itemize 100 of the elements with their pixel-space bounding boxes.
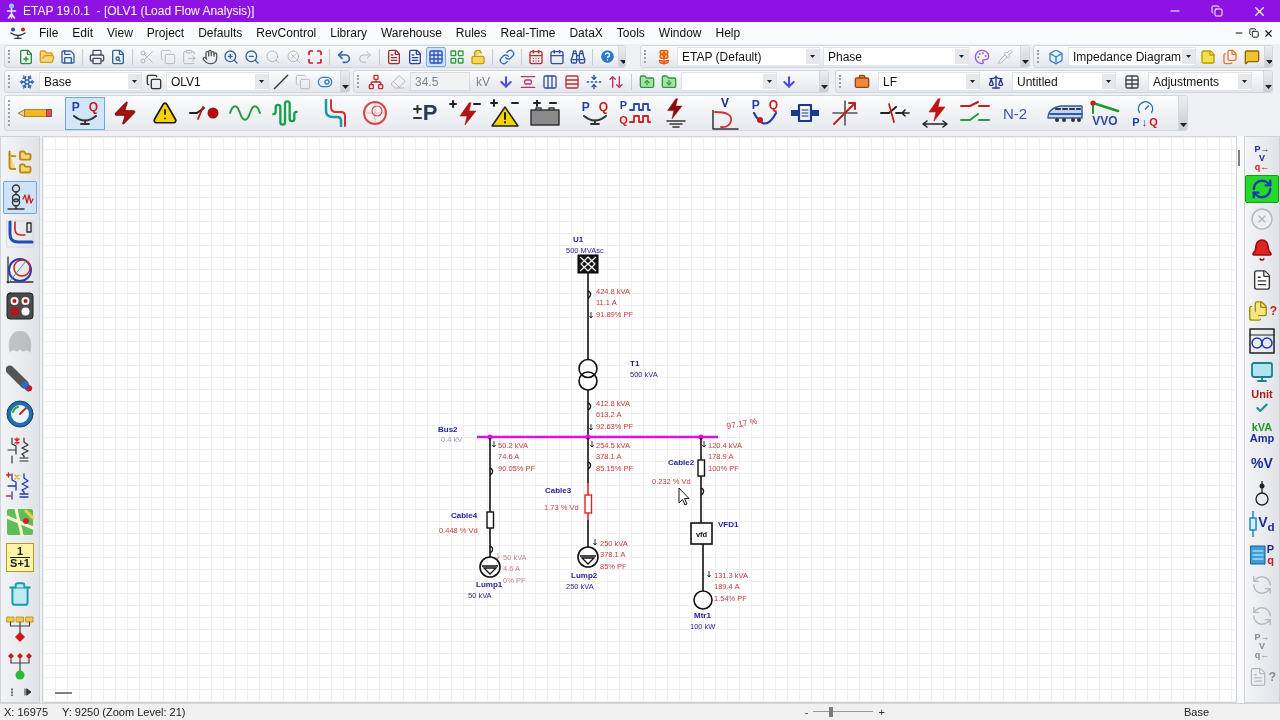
side-toolbar-button[interactable]: kVA Amp <box>1245 418 1279 447</box>
dropdown[interactable]: Untitled <box>1012 72 1116 91</box>
switch-arrow-icon <box>880 102 910 124</box>
menu-item[interactable]: Real-Time <box>493 23 563 43</box>
toolbar-grip[interactable] <box>1037 50 1040 63</box>
waveform-icon <box>271 99 299 127</box>
mode-toolbar-button[interactable]: P ↓ Q <box>1125 96 1165 130</box>
switch-symbol <box>700 487 705 496</box>
cursor-x-coordinate: X: 16975 <box>3 706 50 718</box>
plus-minus-icon <box>412 105 422 121</box>
flow-arrow-icon <box>592 538 598 546</box>
utility-name: U1 <box>573 235 584 244</box>
menu-item[interactable]: Defaults <box>191 23 250 43</box>
zoom-out-button[interactable]: - <box>801 705 812 719</box>
toolbar-grip[interactable] <box>8 50 11 63</box>
toolbar-options-button[interactable] <box>1264 46 1272 67</box>
app-icon <box>6 3 17 19</box>
train-icon <box>1047 103 1083 123</box>
side-toolbar-button[interactable]: P→ V q← <box>1245 144 1279 172</box>
load-name: Lump1 <box>476 580 503 589</box>
toolbar-options-button[interactable] <box>618 46 625 67</box>
caret-icon <box>1102 74 1115 89</box>
dropdown[interactable]: LF <box>878 72 980 91</box>
menu-item[interactable]: Window <box>651 23 709 43</box>
block-diagram-icon <box>789 103 821 123</box>
mode-toolbar-button[interactable]: VVO <box>1085 96 1125 130</box>
flow-arrow-icon <box>491 440 497 448</box>
dropdown[interactable]: ETAP (Default) <box>677 47 820 66</box>
mode-toolbar-button[interactable]: P <box>405 96 445 130</box>
restore-icon <box>1248 28 1259 38</box>
transformer-symbol <box>578 358 598 391</box>
lightning-arrows-icon <box>921 98 949 128</box>
toolbar-options-button[interactable] <box>1020 46 1029 67</box>
toolbar-grip[interactable] <box>8 75 11 88</box>
caret-icon <box>1265 60 1272 64</box>
lightning-icon <box>112 100 138 126</box>
caret-icon <box>341 85 349 89</box>
menu-item[interactable]: Rules <box>448 23 494 43</box>
caret-icon <box>255 74 268 89</box>
switch-symbol <box>489 467 494 476</box>
toolbar-options-button[interactable] <box>1263 71 1272 92</box>
caret-icon <box>1238 74 1251 89</box>
menu-item[interactable]: File <box>32 23 66 43</box>
mode-toolbar-button[interactable]: P Q <box>65 96 105 130</box>
menu-item[interactable]: DataX <box>562 23 610 43</box>
warning-triangle-icon <box>152 100 178 126</box>
sine-wave-icon <box>229 104 261 122</box>
toolbar-grip[interactable] <box>8 100 11 126</box>
circle-chart-icon <box>362 100 388 126</box>
scrollbar-thumb[interactable] <box>1238 150 1240 166</box>
zoom-in-button[interactable]: + <box>875 705 888 719</box>
transformer-name: T1 <box>630 359 640 368</box>
mode-toolbar-button[interactable]: P Q <box>615 96 655 130</box>
side-toolbar-button[interactable]: ? <box>1245 296 1279 325</box>
mode-toolbar-button[interactable]: P Q <box>575 96 615 130</box>
toolbar-options-button[interactable] <box>819 71 828 92</box>
unit-label: kV <box>475 74 491 89</box>
menu-item[interactable]: RevControl <box>249 23 324 43</box>
dropdown[interactable]: OLV1 <box>166 72 269 91</box>
side-toolbar-button[interactable]: V$_{d}$ <box>1245 510 1279 538</box>
menu-item[interactable]: View <box>100 23 140 43</box>
load-name: Lump2 <box>571 571 598 580</box>
caret-icon <box>763 74 776 89</box>
dropdown[interactable]: Adjustments <box>1148 72 1252 91</box>
restore-button[interactable] <box>1246 25 1261 41</box>
bus-name: Bus2 <box>438 425 458 434</box>
menu-item[interactable]: Tools <box>609 23 652 43</box>
side-toolbar-button[interactable]: 1 S+1 <box>3 541 37 574</box>
toolbar-options-button[interactable] <box>1178 96 1187 130</box>
side-toolbar-button[interactable] <box>1245 174 1279 203</box>
battery-icon <box>530 100 560 126</box>
menu-item[interactable]: Help <box>708 23 748 43</box>
slope-line-icon <box>1090 99 1120 114</box>
dropdown[interactable]: Phase <box>823 47 969 66</box>
mode-toolbar-button[interactable]: P Q <box>745 96 785 130</box>
side-toolbar-button[interactable]: %V <box>1245 449 1279 477</box>
caret-icon <box>820 85 828 89</box>
menu-item[interactable]: Library <box>323 23 374 43</box>
dropdown[interactable]: Base <box>39 72 142 91</box>
mode-toolbar-button[interactable]: V <box>705 96 745 130</box>
side-toolbar-button[interactable]: P q <box>1245 540 1279 569</box>
scrollbar-thumb[interactable] <box>55 692 72 694</box>
lump-load-symbol <box>577 546 599 568</box>
slider-thumb[interactable] <box>829 707 834 717</box>
toolbar-grip[interactable] <box>357 75 360 88</box>
balance-icon <box>582 114 608 125</box>
dropdown[interactable]: Impedance Diagram <box>1068 47 1196 66</box>
caret-icon <box>1182 49 1195 64</box>
caret-icon <box>806 49 819 64</box>
menu-item[interactable]: Edit <box>65 23 101 43</box>
toolbar-grip[interactable] <box>644 50 647 63</box>
caret-icon <box>966 74 979 89</box>
mode-toolbar-button[interactable]: N-2 <box>995 96 1035 130</box>
menu-item[interactable]: Warehouse <box>373 23 449 43</box>
plus-minus-lightning-icon <box>449 100 481 126</box>
load-name: Mtr1 <box>694 611 711 620</box>
menu-item[interactable]: Project <box>139 23 192 43</box>
toolbar-grip[interactable] <box>839 75 842 88</box>
side-toolbar-button[interactable]: Unit <box>1245 388 1279 416</box>
toolbar-options-button[interactable] <box>340 71 349 92</box>
